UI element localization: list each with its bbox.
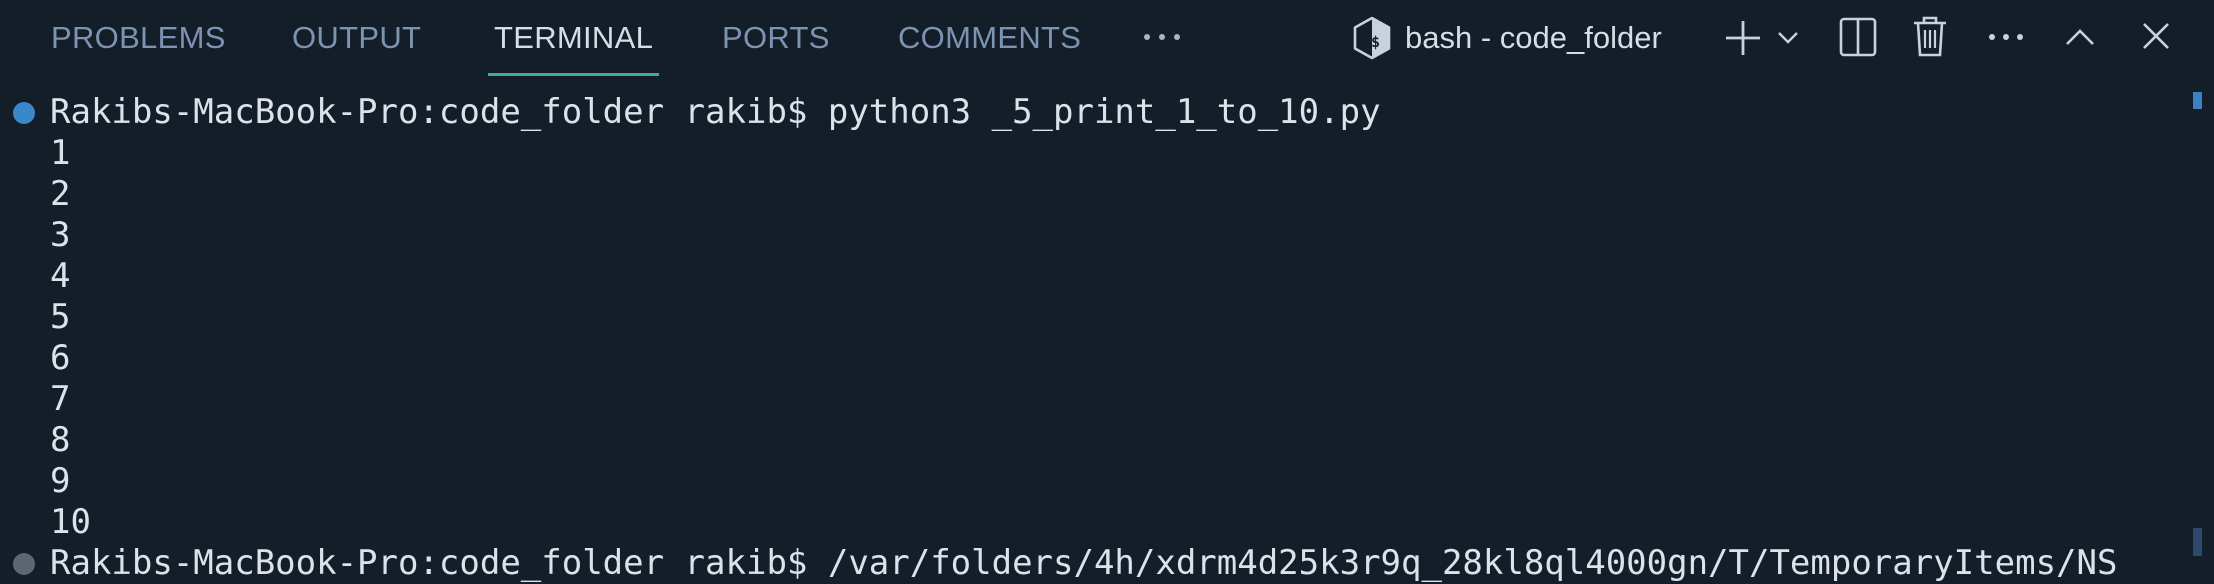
close-icon[interactable] — [2140, 19, 2172, 53]
output-line: 8 — [50, 420, 71, 460]
terminal-command-line: Rakibs-MacBook-Pro:code_folder rakib$ py… — [50, 92, 1381, 132]
plus-icon[interactable] — [1723, 18, 1763, 58]
chevron-up-icon[interactable] — [2064, 22, 2096, 52]
output-line: 9 — [50, 461, 71, 501]
command-decoration-dot[interactable] — [13, 553, 35, 575]
scrollbar-thumb[interactable] — [2193, 528, 2202, 556]
chevron-down-icon[interactable] — [1777, 29, 1799, 45]
terminal-next-prompt-line: Rakibs-MacBook-Pro:code_folder rakib$ /v… — [50, 543, 2118, 583]
terminal-bash-icon: $ — [1350, 15, 1394, 61]
panel-header: PROBLEMS OUTPUT TERMINAL PORTS COMMENTS … — [0, 0, 2214, 76]
command-decoration-dot[interactable] — [13, 102, 35, 124]
more-tabs-icon[interactable] — [1138, 22, 1186, 52]
output-line: 2 — [50, 174, 71, 214]
output-line: 5 — [50, 297, 71, 337]
ellipsis-icon[interactable] — [1985, 22, 2027, 52]
tab-ports[interactable]: PORTS — [722, 18, 830, 58]
tab-terminal[interactable]: TERMINAL — [494, 18, 653, 58]
tab-comments[interactable]: COMMENTS — [898, 18, 1081, 58]
terminal-name-label[interactable]: bash - code_folder — [1405, 18, 1662, 58]
output-line: 7 — [50, 379, 71, 419]
trash-icon[interactable] — [1912, 14, 1948, 58]
active-tab-indicator — [488, 73, 659, 76]
output-line: 4 — [50, 256, 71, 296]
split-editor-icon[interactable] — [1838, 16, 1878, 58]
scrollbar-marker[interactable] — [2193, 92, 2202, 109]
terminal-output[interactable]: Rakibs-MacBook-Pro:code_folder rakib$ py… — [0, 92, 2180, 583]
output-line: 10 — [50, 502, 91, 542]
tab-output[interactable]: OUTPUT — [292, 18, 421, 58]
output-line: 1 — [50, 133, 71, 173]
output-line: 3 — [50, 215, 71, 255]
output-line: 6 — [50, 338, 71, 378]
tab-problems[interactable]: PROBLEMS — [51, 18, 226, 58]
svg-text:$: $ — [1371, 33, 1380, 51]
